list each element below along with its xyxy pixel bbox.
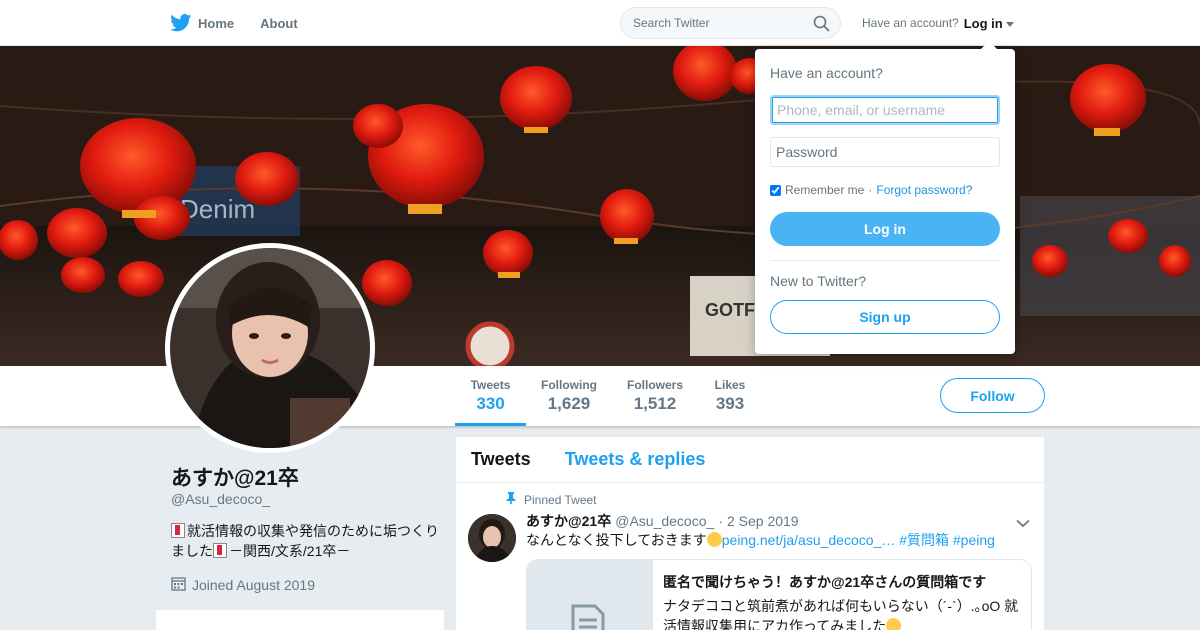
remember-me-checkbox[interactable] xyxy=(770,184,781,196)
remember-separator: · xyxy=(868,183,873,197)
pinned-text: Pinned Tweet xyxy=(524,492,597,507)
profile-handle[interactable]: @Asu_decoco_ xyxy=(171,491,270,507)
login-button[interactable]: Log in xyxy=(770,212,1000,246)
stat-tweets-value: 330 xyxy=(476,394,505,413)
tab-tweets[interactable]: Tweets xyxy=(471,449,531,470)
card-description: ナタデココと筑前煮があれば何もいらない（´-`）.｡oO 就活情報収集用にアカ作… xyxy=(663,596,1023,630)
remember-me-label: Remember me xyxy=(785,183,865,197)
bookmark-flag-icon xyxy=(171,523,185,538)
avatar-photo xyxy=(170,248,370,448)
nav-links: Home About xyxy=(170,0,298,46)
follow-button[interactable]: Follow xyxy=(940,378,1045,413)
left-sidebar-card xyxy=(156,610,444,630)
stat-following-label: Following xyxy=(541,378,597,392)
about-link[interactable]: About xyxy=(260,16,298,31)
home-link[interactable]: Home xyxy=(170,14,234,32)
tweet-separator: · xyxy=(718,513,723,529)
bio-text-2: －関西/文系/21卒－ xyxy=(229,543,351,559)
username-field[interactable] xyxy=(770,95,1000,125)
tweet-author-avatar[interactable] xyxy=(468,514,516,562)
pinned-tweet-label: Pinned Tweet xyxy=(506,492,597,507)
password-field[interactable] xyxy=(770,137,1000,167)
tweet-header: あすか@21卒 @Asu_decoco_ · 2 Sep 2019 xyxy=(526,511,799,531)
dropdown-divider xyxy=(770,260,1000,261)
card-description-text: ナタデココと筑前煮があれば何もいらない（´-`）.｡oO 就活情報収集用にアカ作… xyxy=(663,598,1019,630)
stat-followers-label: Followers xyxy=(626,378,683,392)
twitter-bird-icon xyxy=(170,14,192,32)
login-dropdown: Have an account? Remember me · Forgot pa… xyxy=(755,41,1015,354)
signup-button[interactable]: Sign up xyxy=(770,300,1000,334)
login-dropdown-title: Have an account? xyxy=(770,65,883,81)
timeline: Tweets Tweets & replies Pinned Tweet あすか… xyxy=(456,437,1044,630)
tweet-author-name[interactable]: あすか@21卒 xyxy=(526,511,611,531)
chevron-down-icon[interactable] xyxy=(1016,515,1030,533)
tab-tweets-and-replies[interactable]: Tweets & replies xyxy=(565,449,706,470)
stat-tweets[interactable]: Tweets 330 xyxy=(455,378,526,426)
stat-tweets-label: Tweets xyxy=(470,378,511,392)
search-input[interactable] xyxy=(633,16,808,30)
stat-likes-value: 393 xyxy=(715,394,745,413)
joined-date: Joined August 2019 xyxy=(171,576,315,594)
card-title: 匿名で聞けちゃう！あすか@21卒さんの質問箱です xyxy=(663,574,987,590)
caret-down-icon xyxy=(1005,21,1014,27)
home-label: Home xyxy=(198,15,235,31)
tweet-author-handle[interactable]: @Asu_decoco_ xyxy=(615,513,714,529)
tweet-hashtags[interactable]: #質問箱 #peing xyxy=(899,532,995,548)
login-menu-label: Log in xyxy=(963,15,1003,31)
account-area: Have an account? Log in xyxy=(862,0,1014,46)
remember-row: Remember me · Forgot password? xyxy=(770,183,972,197)
profile-avatar[interactable] xyxy=(165,243,375,453)
stat-following[interactable]: Following 1,629 xyxy=(538,378,600,426)
tweet-link[interactable]: peing.net/ja/asu_decoco_… xyxy=(722,532,896,548)
pin-icon xyxy=(506,492,516,507)
forgot-password-link[interactable]: Forgot password? xyxy=(876,183,972,197)
search-box xyxy=(620,7,841,39)
search-icon[interactable] xyxy=(813,15,830,37)
new-to-twitter-text: New to Twitter? xyxy=(770,273,867,289)
timeline-tabs: Tweets Tweets & replies xyxy=(456,437,1044,483)
top-navigation-bar: Home About Have an account? Log in xyxy=(0,0,1200,46)
link-preview-card[interactable]: 匿名で聞けちゃう！あすか@21卒さんの質問箱です ナタデココと筑前煮があれば何も… xyxy=(526,559,1032,630)
tweet-text: なんとなく投下しておきます peing.net/ja/asu_decoco_… #… xyxy=(526,531,995,549)
svg-text:Denim: Denim xyxy=(180,194,255,224)
emoji-icon xyxy=(706,532,722,547)
stat-likes[interactable]: Likes 393 xyxy=(710,378,750,426)
profile-bio: 就活情報の収集や発信のために垢つくりました －関西/文系/21卒－ xyxy=(171,521,441,561)
about-label: About xyxy=(260,15,298,31)
stat-likes-label: Likes xyxy=(714,378,746,392)
card-thumbnail xyxy=(527,560,653,630)
emoji-icon xyxy=(886,618,902,630)
calendar-icon xyxy=(171,576,186,594)
profile-name: あすか@21卒 xyxy=(171,467,299,490)
stat-following-value: 1,629 xyxy=(547,394,591,413)
stat-followers-value: 1,512 xyxy=(633,394,677,413)
tweet-date[interactable]: 2 Sep 2019 xyxy=(727,513,799,529)
document-icon xyxy=(571,604,605,630)
bookmark-flag-icon xyxy=(213,543,227,558)
stat-followers[interactable]: Followers 1,512 xyxy=(624,378,686,426)
tweet-body: なんとなく投下しておきます xyxy=(526,532,707,548)
login-menu-toggle[interactable]: Log in xyxy=(964,16,1014,31)
joined-text: Joined August 2019 xyxy=(192,577,315,593)
have-account-text: Have an account? xyxy=(862,16,959,30)
